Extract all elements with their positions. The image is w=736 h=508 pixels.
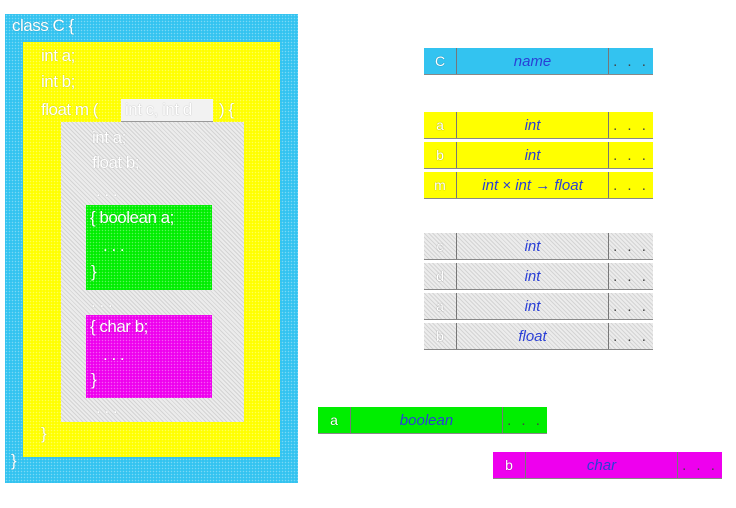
cell-more: . . . [507, 411, 543, 429]
cell-name: a [424, 293, 457, 319]
local-a-decl: int a; [92, 128, 126, 147]
table-row: b int. . . [424, 142, 653, 169]
cell-type: int × int → float [457, 172, 609, 198]
cell-more: . . . [613, 267, 649, 285]
block2-dots: . . . [103, 345, 125, 364]
cell-more: . . . [682, 456, 718, 474]
class-close: } [11, 451, 17, 470]
cell-name: d [424, 263, 457, 289]
cell-type: int [457, 142, 609, 168]
cell-type: int [457, 112, 609, 138]
cell-name: b [493, 452, 526, 478]
cell-name: a [318, 407, 351, 433]
class-header: class C { [12, 16, 74, 35]
cell-type: boolean [351, 407, 503, 433]
field-b-decl: int b; [41, 72, 75, 91]
method-dots-1: . . . [96, 181, 118, 200]
cell-type: int [457, 233, 609, 259]
block1-close: } [91, 262, 97, 281]
cell-name: a [424, 112, 457, 138]
cell-name: b [424, 323, 457, 349]
table-row: b char. . . [493, 452, 722, 479]
cell-more: . . . [613, 237, 649, 255]
cell-more: . . . [613, 327, 649, 345]
table-row: Cname. . . [424, 48, 653, 75]
table-row: c int. . . [424, 233, 653, 260]
table-row: b float. . . [424, 323, 653, 350]
cell-more: . . . [613, 176, 649, 194]
block2-open: { char b; [90, 317, 148, 336]
block2-close: } [91, 370, 97, 389]
table-row: a int. . . [424, 112, 653, 139]
method-open: ) { [219, 100, 234, 119]
table-row: m int × int → float. . . [424, 172, 653, 199]
method-dots-2: . . . [91, 292, 113, 311]
cell-more: . . . [613, 116, 649, 134]
cell-more: . . . [613, 146, 649, 164]
block1-dots: . . . [103, 236, 125, 255]
method-params: int c, int d [125, 100, 192, 119]
cell-name: b [424, 142, 457, 168]
cell-type: name [457, 48, 609, 74]
table-row: a boolean. . . [318, 407, 547, 434]
method-head: float m ( [41, 100, 98, 119]
local-b-decl: float b; [92, 153, 140, 172]
cell-type: int [457, 293, 609, 319]
cell-name: m [424, 172, 457, 198]
cell-more: . . . [613, 52, 649, 70]
cell-type: float [457, 323, 609, 349]
cell-type: int [457, 263, 609, 289]
field-a-decl: int a; [41, 46, 75, 65]
block1-open: { boolean a; [90, 208, 174, 227]
cell-name: c [424, 233, 457, 259]
cell-type: char [526, 452, 678, 478]
table-row: a int. . . [424, 293, 653, 320]
cell-more: . . . [613, 297, 649, 315]
method-dots-3: . . . [96, 398, 118, 417]
cell-name: C [424, 48, 457, 74]
table-row: d int. . . [424, 263, 653, 290]
method-close: } [41, 424, 47, 443]
